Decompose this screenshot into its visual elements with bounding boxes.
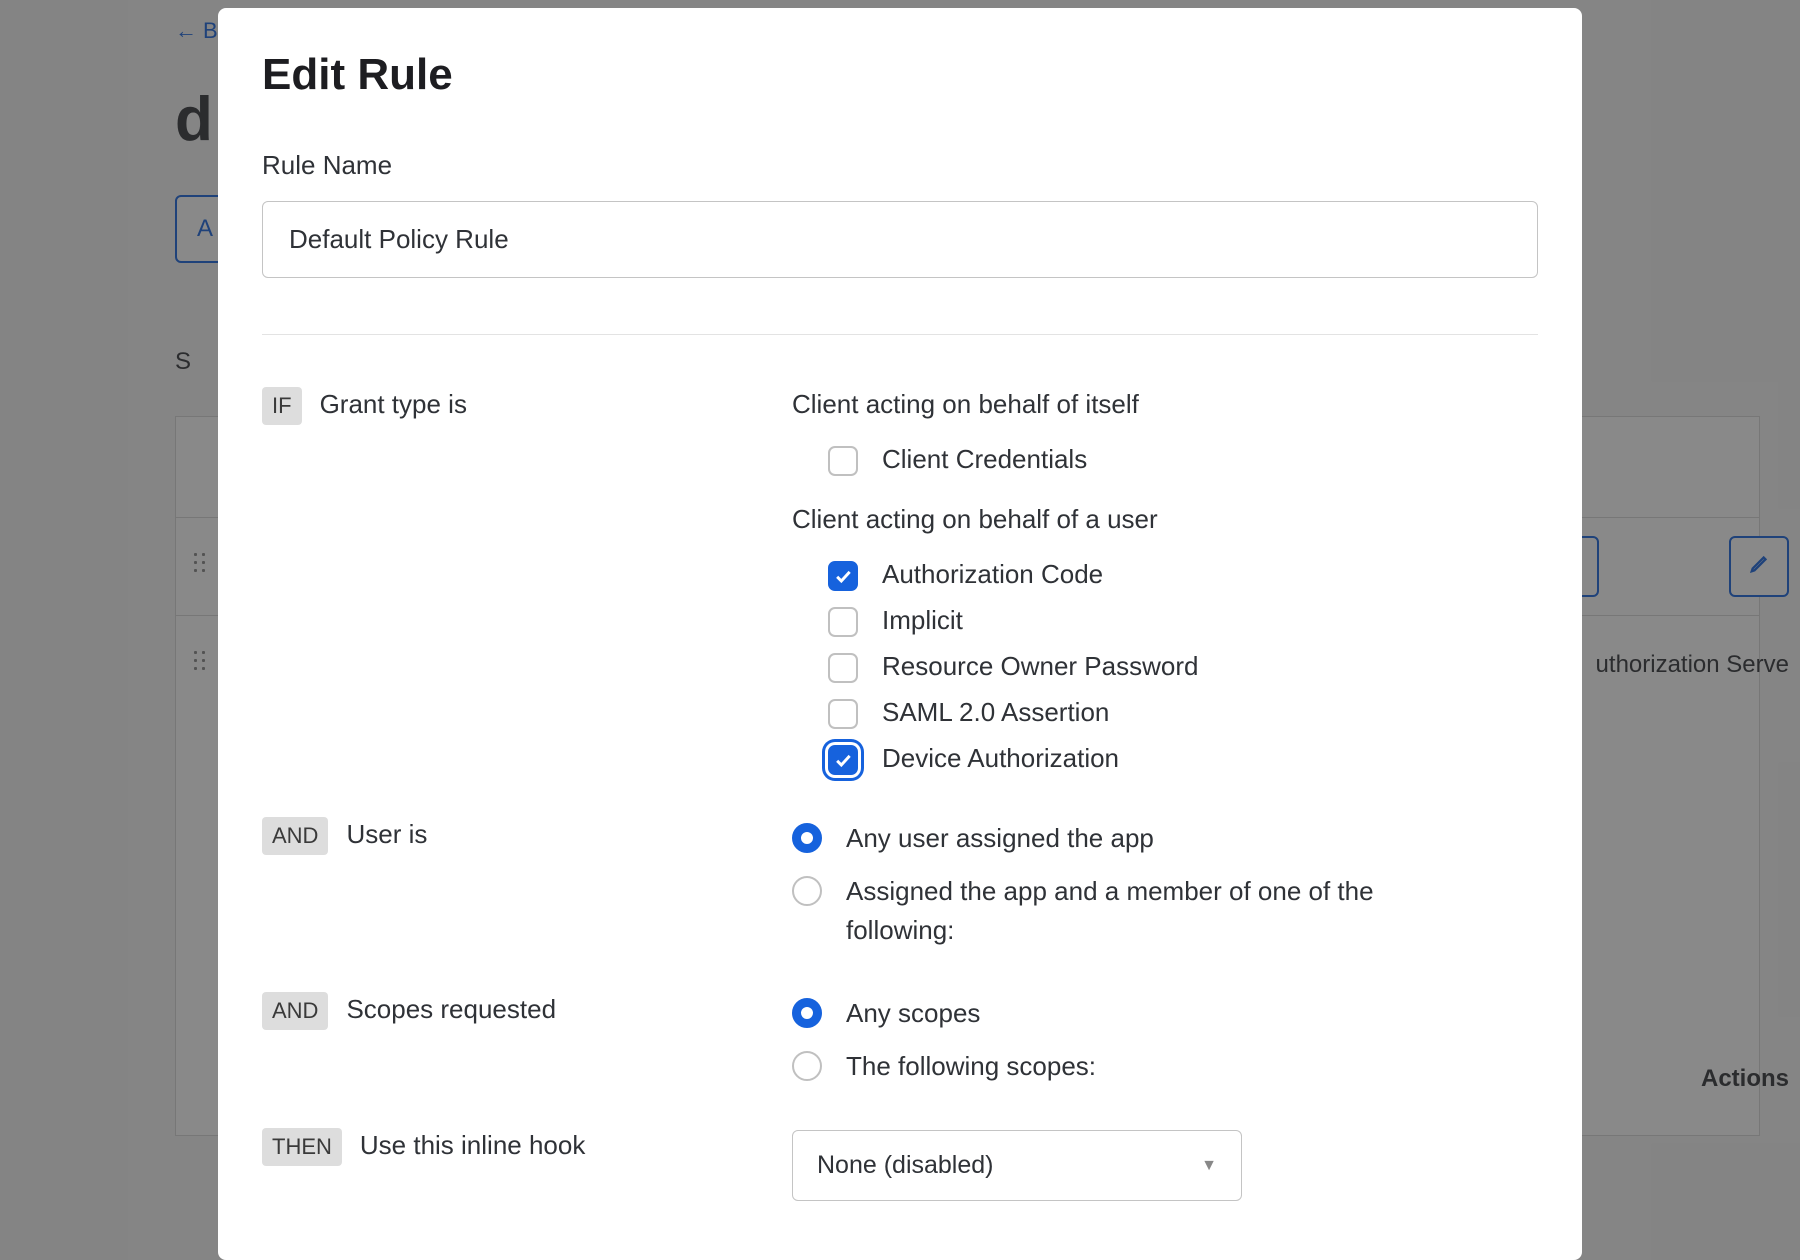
- assigned-member-label: Assigned the app and a member of one of …: [846, 872, 1396, 950]
- following-scopes-label: The following scopes:: [846, 1047, 1096, 1086]
- grant-type-section: IF Grant type is Client acting on behalf…: [262, 387, 1538, 775]
- grant-type-label: Grant type is: [320, 387, 467, 420]
- following-scopes-radio[interactable]: [792, 1051, 822, 1081]
- saml-assertion-checkbox[interactable]: [828, 699, 858, 729]
- grant-type-group2-heading: Client acting on behalf of a user: [792, 504, 1538, 535]
- any-user-radio[interactable]: [792, 823, 822, 853]
- any-user-label: Any user assigned the app: [846, 819, 1154, 858]
- and-badge: AND: [262, 817, 328, 855]
- inline-hook-selected-value: None (disabled): [817, 1151, 994, 1180]
- any-scopes-radio[interactable]: [792, 998, 822, 1028]
- implicit-checkbox[interactable]: [828, 607, 858, 637]
- authorization-code-checkbox[interactable]: [828, 561, 858, 591]
- client-credentials-checkbox[interactable]: [828, 446, 858, 476]
- rule-name-label: Rule Name: [262, 150, 1538, 181]
- authorization-code-label: Authorization Code: [882, 559, 1103, 590]
- implicit-label: Implicit: [882, 605, 963, 636]
- resource-owner-password-label: Resource Owner Password: [882, 651, 1198, 682]
- scopes-label: Scopes requested: [346, 992, 556, 1025]
- chevron-down-icon: ▼: [1201, 1157, 1217, 1175]
- inline-hook-label: Use this inline hook: [360, 1128, 585, 1161]
- if-badge: IF: [262, 387, 302, 425]
- device-authorization-label: Device Authorization: [882, 743, 1119, 774]
- rule-name-input[interactable]: [262, 201, 1538, 278]
- client-credentials-label: Client Credentials: [882, 444, 1087, 475]
- edit-rule-modal: Edit Rule Rule Name IF Grant type is Cli…: [218, 8, 1582, 1260]
- assigned-member-radio[interactable]: [792, 876, 822, 906]
- user-is-section: AND User is Any user assigned the app As…: [262, 817, 1538, 950]
- check-icon: [833, 750, 853, 770]
- divider: [262, 334, 1538, 335]
- resource-owner-password-checkbox[interactable]: [828, 653, 858, 683]
- any-scopes-label: Any scopes: [846, 994, 980, 1033]
- check-icon: [833, 566, 853, 586]
- user-is-label: User is: [346, 817, 427, 850]
- modal-title: Edit Rule: [262, 50, 1538, 100]
- saml-assertion-label: SAML 2.0 Assertion: [882, 697, 1109, 728]
- then-badge: THEN: [262, 1128, 342, 1166]
- grant-type-group1-heading: Client acting on behalf of itself: [792, 389, 1538, 420]
- device-authorization-checkbox[interactable]: [828, 745, 858, 775]
- scopes-section: AND Scopes requested Any scopes The foll…: [262, 992, 1538, 1086]
- and-badge-2: AND: [262, 992, 328, 1030]
- inline-hook-section: THEN Use this inline hook None (disabled…: [262, 1128, 1538, 1201]
- inline-hook-select[interactable]: None (disabled) ▼: [792, 1130, 1242, 1201]
